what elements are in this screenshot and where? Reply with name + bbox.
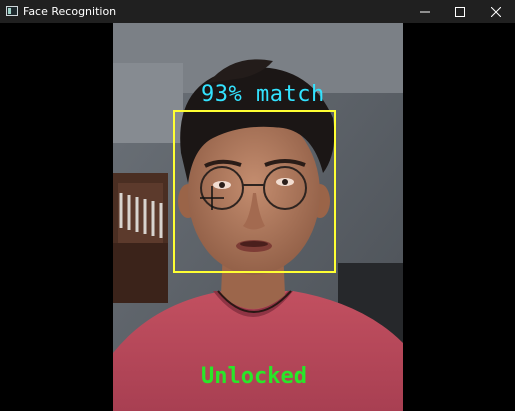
close-button[interactable] xyxy=(479,0,513,23)
video-display-area: 93% match Unlocked xyxy=(0,23,515,411)
window-title: Face Recognition xyxy=(23,5,117,18)
app-window-icon xyxy=(6,6,18,16)
match-confidence-label: 93% match xyxy=(201,82,325,107)
recognition-overlay: 93% match Unlocked xyxy=(113,23,403,411)
app-window: Face Recognition 93% match Unlocked xyxy=(0,0,515,411)
unlock-status-label: Unlocked xyxy=(201,364,307,389)
crosshair-cursor-icon xyxy=(200,186,224,210)
face-bounding-box xyxy=(173,110,336,273)
camera-feed: 93% match Unlocked xyxy=(113,23,403,411)
maximize-button[interactable] xyxy=(443,0,477,23)
minimize-icon xyxy=(420,11,430,12)
maximize-icon xyxy=(455,6,465,17)
close-icon xyxy=(491,6,501,17)
minimize-button[interactable] xyxy=(408,0,442,23)
title-bar[interactable]: Face Recognition xyxy=(0,0,515,23)
